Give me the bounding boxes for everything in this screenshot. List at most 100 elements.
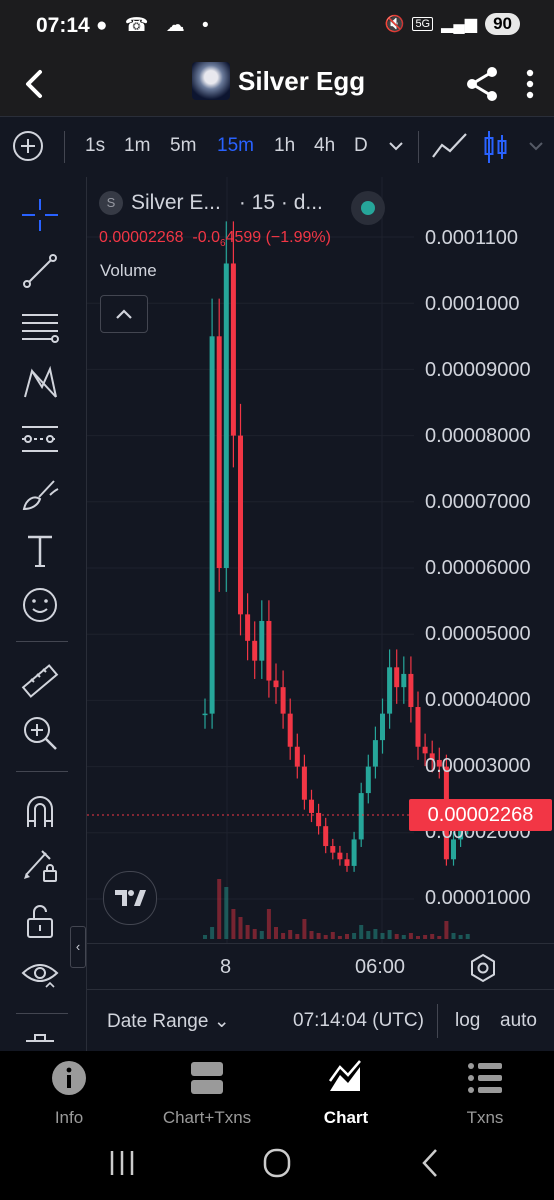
app-header: Silver Egg bbox=[0, 56, 554, 116]
volume-bar bbox=[423, 935, 428, 939]
volume-bar bbox=[458, 935, 463, 939]
home-icon[interactable] bbox=[257, 1145, 297, 1181]
candle-body bbox=[202, 713, 208, 716]
lock-drawing-icon[interactable] bbox=[20, 845, 60, 885]
volume-bar bbox=[359, 925, 364, 939]
volume-bar bbox=[245, 925, 250, 939]
chevron-down-icon[interactable] bbox=[388, 135, 404, 157]
tradingview-logo-icon[interactable] bbox=[103, 871, 157, 925]
candle-body bbox=[209, 336, 215, 714]
nav-chart-txns[interactable]: Chart+Txns bbox=[138, 1059, 276, 1128]
footer-divider bbox=[437, 1004, 438, 1038]
symbol-name[interactable]: Silver E... bbox=[131, 191, 221, 215]
notification-icons: ● ☎ ☁ • bbox=[96, 15, 215, 36]
toolbar-divider bbox=[64, 131, 65, 163]
change-rest: 4599 (−1.99%) bbox=[225, 229, 331, 246]
volume-bar bbox=[281, 933, 286, 939]
nav-label: Info bbox=[54, 1108, 84, 1127]
utc-clock[interactable]: 07:14:04 (UTC) bbox=[293, 1010, 424, 1032]
volume-bar bbox=[401, 935, 406, 939]
status-time: 07:14 bbox=[36, 14, 90, 37]
zoom-in-icon[interactable] bbox=[20, 713, 60, 753]
text-tool-icon[interactable] bbox=[20, 531, 60, 571]
candle-body bbox=[351, 839, 357, 866]
candlestick-icon[interactable] bbox=[484, 129, 508, 165]
volume-bar bbox=[337, 936, 342, 939]
bottom-navigation: Info Chart+Txns Chart Txns bbox=[0, 1051, 554, 1131]
candle-body bbox=[309, 799, 314, 813]
interval-1m[interactable]: 1m bbox=[124, 135, 150, 157]
candle-body bbox=[259, 620, 265, 661]
settings-icon[interactable] bbox=[467, 952, 499, 984]
symbol-meta[interactable]: · 15 · d... bbox=[239, 191, 323, 215]
nav-chart[interactable]: Chart bbox=[277, 1059, 415, 1128]
price-axis-label: 0.0001000 bbox=[425, 293, 520, 315]
interval-15m[interactable]: 15m bbox=[217, 135, 254, 157]
volume-bar bbox=[416, 936, 420, 939]
back-arrow-icon[interactable] bbox=[18, 64, 52, 104]
price-chart[interactable]: S Silver E... · 15 · d... 0.00002268 -0.… bbox=[87, 177, 554, 1051]
volume-bar bbox=[352, 933, 357, 939]
time-axis[interactable]: 8 06:00 bbox=[87, 943, 554, 990]
market-status-icon[interactable] bbox=[351, 191, 385, 225]
trash-icon[interactable] bbox=[20, 1029, 60, 1051]
brush-icon[interactable] bbox=[20, 475, 60, 515]
line-chart-icon[interactable] bbox=[432, 131, 468, 161]
volume-bar bbox=[380, 933, 385, 939]
volume-bar bbox=[203, 935, 207, 939]
pattern-icon[interactable] bbox=[20, 363, 60, 403]
interval-5m[interactable]: 5m bbox=[170, 135, 196, 157]
fib-lines-icon[interactable] bbox=[20, 307, 60, 347]
more-options-icon[interactable] bbox=[516, 64, 544, 104]
interval-1h[interactable]: 1h bbox=[274, 135, 295, 157]
status-bar: 07:14 ● ☎ ☁ • 🔇 5G ▂▄▆ 90 bbox=[0, 0, 554, 56]
ruler-icon[interactable] bbox=[20, 661, 60, 701]
candle-body bbox=[422, 746, 428, 754]
chevron-down-icon: ⌄ bbox=[213, 1011, 230, 1032]
price-axis-label: 0.00008000 bbox=[425, 425, 531, 447]
log-scale-toggle[interactable]: log bbox=[455, 1010, 480, 1032]
current-price-tag: 0.00002268 bbox=[409, 799, 552, 831]
volume-label: Volume bbox=[100, 261, 157, 280]
candle-body bbox=[266, 620, 272, 681]
candle-body bbox=[301, 766, 307, 800]
forecast-icon[interactable] bbox=[20, 419, 60, 459]
chevron-down-icon[interactable] bbox=[528, 135, 544, 157]
visibility-icon[interactable] bbox=[20, 955, 60, 995]
recent-apps-icon[interactable] bbox=[102, 1145, 142, 1181]
auto-scale-toggle[interactable]: auto bbox=[500, 1010, 537, 1032]
volume-bar bbox=[231, 909, 236, 939]
volume-bar bbox=[224, 887, 229, 939]
candle-body bbox=[238, 435, 243, 615]
crosshair-icon[interactable] bbox=[20, 195, 60, 235]
interval-1s[interactable]: 1s bbox=[85, 135, 105, 157]
interval-d[interactable]: D bbox=[354, 135, 368, 157]
emoji-icon[interactable] bbox=[20, 585, 60, 625]
token-logo bbox=[192, 62, 230, 100]
candle-body bbox=[223, 263, 229, 568]
interval-4h[interactable]: 4h bbox=[314, 135, 335, 157]
system-back-icon[interactable] bbox=[412, 1145, 452, 1181]
nav-info[interactable]: Info bbox=[0, 1059, 138, 1128]
trend-line-icon[interactable] bbox=[20, 251, 60, 291]
volume-bar bbox=[252, 929, 257, 939]
nav-txns[interactable]: Txns bbox=[416, 1059, 554, 1128]
magnet-icon[interactable] bbox=[20, 791, 60, 831]
chevron-up-icon[interactable] bbox=[100, 295, 148, 333]
volume-bar bbox=[217, 879, 222, 939]
price-axis-label: 0.00001000 bbox=[425, 887, 531, 909]
candle-body bbox=[372, 740, 378, 767]
candle-body bbox=[330, 846, 336, 853]
chart-icon bbox=[328, 1060, 361, 1091]
drawing-toolbar bbox=[0, 177, 87, 1051]
nav-label: Chart bbox=[323, 1108, 369, 1127]
volume-bar bbox=[259, 931, 264, 939]
date-range-button[interactable]: Date Range ⌄ bbox=[107, 1010, 230, 1033]
collapse-toolbar-icon[interactable]: ‹ bbox=[70, 926, 86, 968]
volume-bar bbox=[309, 931, 314, 939]
unlock-icon[interactable] bbox=[20, 901, 60, 941]
price-axis-label: 0.00003000 bbox=[425, 755, 531, 777]
add-indicator-icon[interactable] bbox=[12, 130, 44, 162]
volume-bar bbox=[394, 934, 399, 939]
share-icon[interactable] bbox=[460, 62, 504, 106]
